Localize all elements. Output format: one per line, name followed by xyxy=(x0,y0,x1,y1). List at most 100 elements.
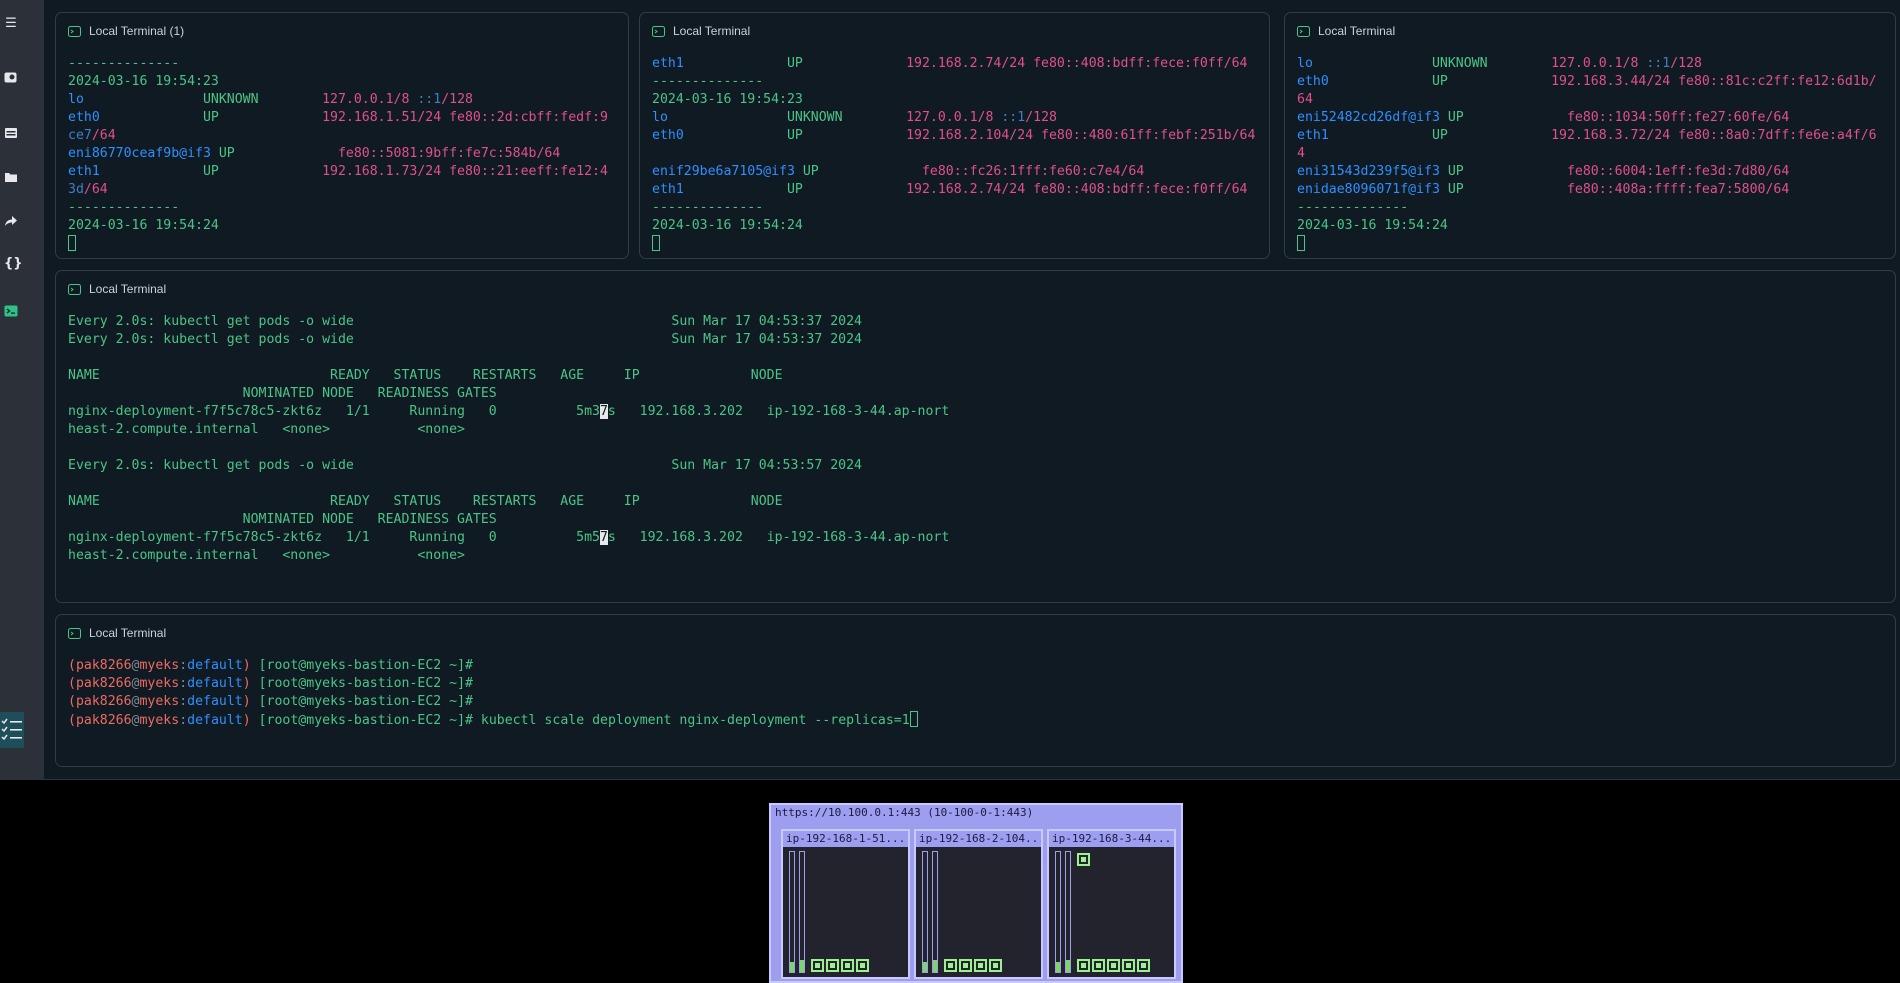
terminal-text: [root@myeks-bastion-EC2 ~]# xyxy=(250,676,473,691)
terminal-text: /64 xyxy=(83,182,108,197)
terminal-text: NOMINATED NODE READINESS GATES xyxy=(68,386,497,401)
terminal-text: 192.168.3.44/24 fe80::81c:c2ff:fe12:6d1b… xyxy=(1551,74,1877,89)
terminal-output[interactable]: (pak8266@myeks:default) [root@myeks-bast… xyxy=(68,657,1885,729)
terminal-text: 2024-03-16 19:54:23 xyxy=(652,92,803,107)
pod[interactable] xyxy=(989,959,1002,972)
terminal-panel-1[interactable]: Local Terminal (1) -------------- 2024-03… xyxy=(55,12,629,259)
terminal-text: default xyxy=(187,658,243,673)
panel-header: Local Terminal (1) xyxy=(68,23,184,39)
terminal-search-icon[interactable] xyxy=(4,71,18,85)
terminal-line: 64 xyxy=(1297,91,1885,109)
terminal-text: ( xyxy=(68,694,76,709)
terminal-line: eni31543d239f5@if3 UP fe80::6004:1eff:fe… xyxy=(1297,163,1885,181)
pod[interactable] xyxy=(1077,853,1090,866)
terminal-line: 2024-03-16 19:54:24 xyxy=(652,217,1259,235)
terminal-icon[interactable] xyxy=(4,304,18,318)
cluster-node[interactable]: ip-192-168-3-44... xyxy=(1047,829,1176,979)
cluster-node[interactable]: ip-192-168-2-104... xyxy=(914,829,1043,979)
terminal-text: UNKNOWN xyxy=(786,110,907,125)
terminal-text: ce7 xyxy=(68,128,92,143)
kube-ops-view[interactable]: https://10.100.0.1:443 (10-100-0-1:443) … xyxy=(769,803,1183,983)
terminal-panel-2[interactable]: Local Terminal eth1 UP 192.168.2.74/24 f… xyxy=(639,12,1270,259)
terminal-text: : xyxy=(179,713,188,728)
pod[interactable] xyxy=(811,959,824,972)
terminal-text: pak8266 xyxy=(75,658,132,673)
pod[interactable] xyxy=(959,959,972,972)
checklist-button[interactable] xyxy=(0,712,24,748)
panel-title: Local Terminal (1) xyxy=(89,24,185,38)
terminal-text: 7 xyxy=(599,530,608,545)
terminal-line: heast-2.compute.internal <none> <none> xyxy=(68,421,1885,439)
terminal-text: eni31543d239f5@if3 xyxy=(1297,164,1448,179)
terminal-output[interactable]: -------------- 2024-03-16 19:54:23 lo UNKN… xyxy=(68,55,618,253)
terminal-text: fe80::fc26:1fff:fe60:c7e4/64 xyxy=(921,164,1145,179)
terminal-output[interactable]: lo UNKNOWN 127.0.0.1/8 ::1/128 eth0 UP 19… xyxy=(1297,55,1885,253)
terminal-line: -------------- xyxy=(1297,199,1885,217)
terminal-text: [root@myeks-bastion-EC2 ~]# kubectl scal… xyxy=(250,713,910,728)
terminal-text: eth1 xyxy=(1297,128,1432,143)
terminal-panel-3[interactable]: Local Terminal lo UNKNOWN 127.0.0.1/8 ::… xyxy=(1284,12,1896,259)
terminal-line: -------------- xyxy=(652,73,1259,91)
code-braces-icon[interactable]: {} xyxy=(4,257,23,271)
terminal-text: 2024-03-16 19:54:24 xyxy=(1297,218,1448,233)
node-label: ip-192-168-2-104... xyxy=(916,831,1041,847)
terminal-text: [root@myeks-bastion-EC2 ~]# xyxy=(250,658,473,673)
terminal-text: -------------- xyxy=(652,74,764,89)
menu-icon[interactable]: ☰ xyxy=(4,17,18,31)
terminal-text: myeks xyxy=(139,694,180,709)
terminal-text: default xyxy=(187,676,243,691)
resource-bar-fill xyxy=(1066,960,1070,972)
terminal-text: : xyxy=(179,658,188,673)
terminal-text: ) xyxy=(242,676,251,691)
terminal-text: UNKNOWN xyxy=(202,92,323,107)
folder-icon[interactable] xyxy=(4,170,18,184)
panel-title: Local Terminal xyxy=(673,24,751,38)
terminal-text: ) xyxy=(242,694,251,709)
pod[interactable] xyxy=(856,959,869,972)
terminal-line: (pak8266@myeks:default) [root@myeks-bast… xyxy=(68,693,1885,711)
pod[interactable] xyxy=(1137,959,1150,972)
terminal-text: UP xyxy=(802,164,922,179)
terminal-text: UP xyxy=(202,164,323,179)
pod[interactable] xyxy=(974,959,987,972)
terminal-output[interactable]: eth1 UP 192.168.2.74/24 fe80::408:bdff:f… xyxy=(652,55,1259,253)
terminal-text: 192.168.2.74/24 fe80::408:bdff:fece:f0ff… xyxy=(906,182,1248,197)
terminal-text: 2024-03-16 19:54:24 xyxy=(68,218,219,233)
pod[interactable] xyxy=(841,959,854,972)
pod[interactable] xyxy=(826,959,839,972)
terminal-line: 2024-03-16 19:54:23 xyxy=(652,91,1259,109)
terminal-line: NOMINATED NODE READINESS GATES xyxy=(68,385,1885,403)
terminal-output[interactable]: Every 2.0s: kubectl get pods -o wide Sun… xyxy=(68,313,1885,565)
resource-bar xyxy=(922,851,928,973)
pod[interactable] xyxy=(944,959,957,972)
terminal-panel-watch[interactable]: Local Terminal Every 2.0s: kubectl get p… xyxy=(55,270,1896,603)
terminal-text: Every 2.0s: kubectl get pods -o wide Sun… xyxy=(68,332,862,347)
terminal-text: UP xyxy=(218,146,338,161)
pod[interactable] xyxy=(1077,959,1090,972)
terminal-text: 64 xyxy=(1297,92,1313,107)
terminal-text: ) xyxy=(242,658,251,673)
terminal-text: default xyxy=(187,694,243,709)
terminal-text: -------------- xyxy=(68,56,180,71)
terminal-line: -------------- xyxy=(652,199,1259,217)
terminal-line: Every 2.0s: kubectl get pods -o wide Sun… xyxy=(68,331,1885,349)
pod[interactable] xyxy=(1107,959,1120,972)
terminal-text: UP xyxy=(1447,182,1567,197)
terminal-text: heast-2.compute.internal <none> <none> xyxy=(68,422,465,437)
cluster-node[interactable]: ip-192-168-1-51... xyxy=(781,829,910,979)
terminal-line: eth1 UP 192.168.3.72/24 fe80::8a0:7dff:f… xyxy=(1297,127,1885,145)
terminal-text: -------------- xyxy=(652,200,764,215)
table-icon[interactable] xyxy=(4,126,18,140)
terminal-line: enif29be6a7105@if3 UP fe80::fc26:1fff:fe… xyxy=(652,163,1259,181)
sidebar: ☰ {} xyxy=(0,0,44,780)
terminal-icon xyxy=(68,283,81,295)
terminal-panel-shell[interactable]: Local Terminal (pak8266@myeks:default) [… xyxy=(55,614,1896,767)
terminal-text: lo xyxy=(652,110,787,125)
pod[interactable] xyxy=(1092,959,1105,972)
terminal-line: 3d/64 xyxy=(68,181,618,199)
share-icon[interactable] xyxy=(4,214,18,228)
terminal-text: UP xyxy=(786,182,907,197)
pod[interactable] xyxy=(1122,959,1135,972)
